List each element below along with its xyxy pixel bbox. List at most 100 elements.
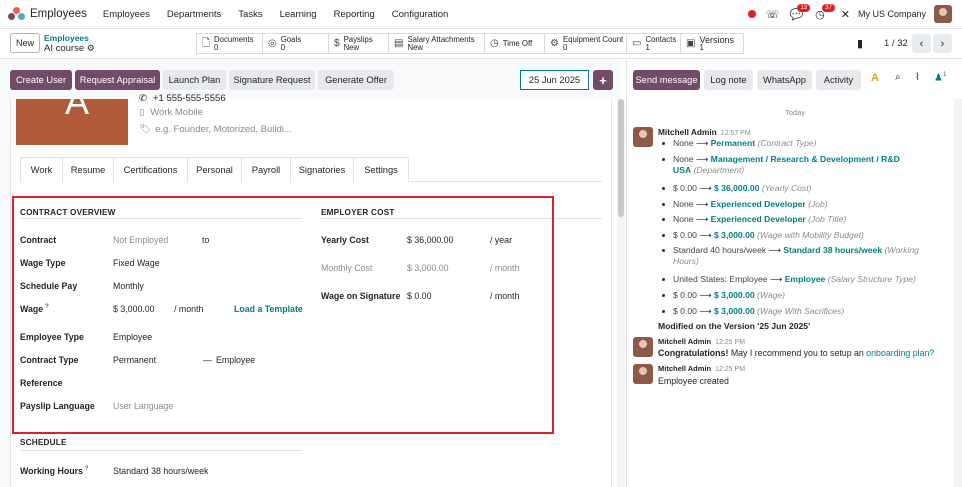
clock-icon: ◷ [490,37,499,49]
old-value: None [673,214,694,224]
version-date-field[interactable]: 25 Jun 2025 [520,70,589,90]
gear-icon[interactable]: ⚙ [87,43,95,53]
bullet-icon [662,142,665,146]
onboarding-plan-link[interactable]: onboarding plan? [866,348,934,358]
contacts-button[interactable]: ▭ Contacts 1 [627,34,681,53]
pager-value[interactable]: 1 / 32 [884,38,908,49]
payslips-button[interactable]: $ Payslips New [329,34,389,53]
tab-personal[interactable]: Personal [187,157,242,182]
time-off-button[interactable]: ◷ Time Off [485,34,545,53]
pager-previous-button[interactable]: ‹ [912,34,931,53]
search-icon[interactable]: ⌕ [895,72,901,83]
bookmark-icon[interactable]: ▮ [857,37,863,50]
equipment-count-button[interactable]: ⚙ Equipment Count 0 [545,34,627,53]
working-hours-field[interactable]: Standard 38 hours/week [113,466,208,476]
old-value: $ 0.00 [673,230,697,240]
author-name[interactable]: Mitchell Admin [658,127,717,137]
old-value: None [673,199,694,209]
message-body: Congratulations! May I recommend you to … [658,348,934,358]
chatter-scrollbar[interactable] [954,99,962,487]
recording-dot-icon[interactable] [747,10,756,18]
pager-next-button[interactable]: › [933,34,952,53]
avatar-letter: A [65,99,90,122]
launch-plan-button[interactable]: Launch Plan [163,70,226,90]
signature-request-button[interactable]: Signature Request [229,70,315,90]
salary-attachments-button[interactable]: ▤ Salary Attachments New [389,34,485,53]
employee-avatar[interactable]: A [16,99,128,145]
tracking-value-row: $ 0.00 ⟶ $ 36,000.00 (Yearly Cost) [662,183,952,194]
tracking-value-row: $ 0.00 ⟶ $ 3,000.00 (Wage With Sacrifice… [662,306,952,317]
bullet-icon [662,294,665,298]
tab-settings[interactable]: Settings [353,157,409,182]
activity-clock-icon[interactable]: ◷ 37 [815,3,835,21]
new-value: Standard 38 hours/week [783,245,883,255]
send-message-button[interactable]: Send message [633,70,700,90]
log-note-button[interactable]: Log note [704,70,753,90]
company-switcher[interactable]: My US Company [858,9,926,19]
scrollbar-thumb[interactable] [618,99,624,217]
tab-signatories[interactable]: Signatories [290,157,354,182]
versions-button[interactable]: ▣ Versions 1 [681,34,743,53]
old-value: Standard 40 hours/week [673,245,767,255]
arrow-right-icon: ⟶ [769,274,783,284]
date-separator: Today [784,108,805,117]
menu-learning[interactable]: Learning [280,9,317,20]
version-footer: Modified on the Version '25 Jun 2025' [658,321,811,331]
menu-reporting[interactable]: Reporting [334,9,375,20]
work-mobile-field[interactable]: Work Mobile [150,107,203,118]
chat-badge: 13 [797,3,811,12]
menu-configuration[interactable]: Configuration [392,9,449,20]
tab-work[interactable]: Work [20,157,63,182]
tools-icon[interactable]: ✕ [841,8,850,21]
menu-employees[interactable]: Employees [103,9,150,20]
generate-offer-button[interactable]: Generate Offer [318,70,394,90]
new-value-continued: USA [673,165,692,175]
app-title[interactable]: Employees [30,8,87,20]
followers-icon[interactable]: ♟1 [934,72,946,83]
author-name[interactable]: Mitchell Admin [658,337,711,346]
author-name[interactable]: Mitchell Admin [658,364,711,373]
whatsapp-button[interactable]: WhatsApp [757,70,812,90]
add-version-button[interactable]: + [593,70,613,90]
create-user-button[interactable]: Create User [10,70,72,90]
goals-button[interactable]: ◎ Goals 0 [263,34,329,53]
equipment-icon: ⚙ [550,37,559,49]
breadcrumb-parent[interactable]: Employees [44,33,95,43]
documents-button[interactable]: 🗋 Documents 0 [197,34,263,53]
arrow-right-icon: ⟶ [699,183,712,193]
attachment-icon[interactable]: ⌇ [915,72,920,83]
new-button[interactable]: New [10,33,40,53]
message-author: Mitchell Admin 12:25 PM [658,337,745,346]
mobile-icon: ▯ [139,107,145,118]
tab-payroll[interactable]: Payroll [241,157,291,183]
menu-tasks[interactable]: Tasks [238,9,262,20]
employees-app-icon[interactable] [8,7,26,21]
phone-icon[interactable]: ☏ [766,8,780,21]
tags-field[interactable]: e.g. Founder, Motorized, Buildi... [155,124,292,135]
tab-certifications[interactable]: Certifications [113,157,188,182]
working-hours-help-icon[interactable]: ? [85,466,89,472]
message-author: Mitchell Admin 12:57 PM [658,127,751,137]
arrow-right-icon: ⟶ [695,154,709,164]
menu-departments[interactable]: Departments [167,9,221,20]
user-avatar[interactable] [934,5,952,23]
tab-resume[interactable]: Resume [62,157,114,182]
old-value: $ 0.00 [673,306,697,316]
activity-button[interactable]: Activity [816,70,861,90]
form-scrollbar[interactable] [617,99,625,487]
chat-icon[interactable]: 💬 13 [789,3,811,21]
contacts-icon: ▭ [632,37,642,49]
control-panel: New Employees AI course ⚙ 🗋 Documents 0 ◎ G… [0,29,962,59]
field-name: (Contract Type) [757,138,817,148]
ai-icon[interactable]: A [871,72,879,84]
new-value: Experienced Developer [710,199,806,209]
old-value: $ 0.00 [673,183,697,193]
work-phone-field[interactable]: +1 555-555-5556 [153,93,226,104]
new-value: Employee [784,274,826,284]
author-avatar[interactable] [633,337,653,357]
working-hours-label-text: Working Hours [20,466,83,476]
tracking-value-row: Standard 40 hours/week ⟶ Standard 38 hou… [662,245,952,267]
request-appraisal-button[interactable]: Request Appraisal [75,70,160,90]
author-avatar[interactable] [633,127,653,147]
author-avatar[interactable] [633,364,653,384]
